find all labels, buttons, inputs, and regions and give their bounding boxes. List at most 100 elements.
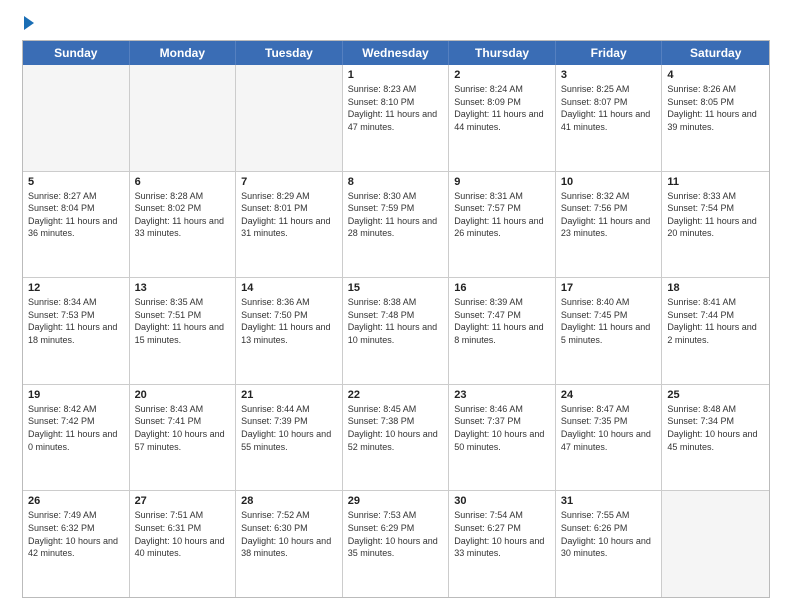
calendar: SundayMondayTuesdayWednesdayThursdayFrid… bbox=[22, 40, 770, 598]
calendar-header-row: SundayMondayTuesdayWednesdayThursdayFrid… bbox=[23, 41, 769, 65]
calendar-cell: 19 Sunrise: 8:42 AM Sunset: 7:42 PM Dayli… bbox=[23, 385, 130, 491]
day-number: 20 bbox=[135, 389, 231, 401]
day-info: Sunrise: 8:23 AM Sunset: 8:10 PM Dayligh… bbox=[348, 83, 444, 133]
calendar-header-cell: Monday bbox=[130, 41, 237, 65]
calendar-row: 12 Sunrise: 8:34 AM Sunset: 7:53 PM Dayli… bbox=[23, 278, 769, 385]
day-info: Sunrise: 8:29 AM Sunset: 8:01 PM Dayligh… bbox=[241, 190, 337, 240]
calendar-cell: 8 Sunrise: 8:30 AM Sunset: 7:59 PM Daylig… bbox=[343, 172, 450, 278]
day-info: Sunrise: 8:45 AM Sunset: 7:38 PM Dayligh… bbox=[348, 403, 444, 453]
day-number: 2 bbox=[454, 69, 550, 81]
day-number: 9 bbox=[454, 176, 550, 188]
day-number: 27 bbox=[135, 495, 231, 507]
calendar-cell: 26 Sunrise: 7:49 AM Sunset: 6:32 PM Dayli… bbox=[23, 491, 130, 597]
calendar-cell bbox=[662, 491, 769, 597]
calendar-cell: 21Sunrise: 8:44 AM Sunset: 7:39 PM Dayli… bbox=[236, 385, 343, 491]
day-info: Sunrise: 8:42 AM Sunset: 7:42 PM Dayligh… bbox=[28, 403, 124, 453]
day-number: 31 bbox=[561, 495, 657, 507]
day-info: Sunrise: 8:47 AM Sunset: 7:35 PM Dayligh… bbox=[561, 403, 657, 453]
calendar-cell: 6 Sunrise: 8:28 AM Sunset: 8:02 PM Daylig… bbox=[130, 172, 237, 278]
calendar-cell: 7 Sunrise: 8:29 AM Sunset: 8:01 PM Daylig… bbox=[236, 172, 343, 278]
calendar-cell: 5 Sunrise: 8:27 AM Sunset: 8:04 PM Daylig… bbox=[23, 172, 130, 278]
day-info: Sunrise: 7:55 AM Sunset: 6:26 PM Dayligh… bbox=[561, 509, 657, 559]
calendar-cell: 4Sunrise: 8:26 AM Sunset: 8:05 PM Daylig… bbox=[662, 65, 769, 171]
day-number: 17 bbox=[561, 282, 657, 294]
day-number: 14 bbox=[241, 282, 337, 294]
calendar-cell: 1 Sunrise: 8:23 AM Sunset: 8:10 PM Daylig… bbox=[343, 65, 450, 171]
day-number: 8 bbox=[348, 176, 444, 188]
calendar-cell: 29Sunrise: 7:53 AM Sunset: 6:29 PM Dayli… bbox=[343, 491, 450, 597]
calendar-cell: 31 Sunrise: 7:55 AM Sunset: 6:26 PM Dayli… bbox=[556, 491, 663, 597]
calendar-cell bbox=[23, 65, 130, 171]
day-number: 26 bbox=[28, 495, 124, 507]
calendar-header-cell: Wednesday bbox=[343, 41, 450, 65]
calendar-cell: 12 Sunrise: 8:34 AM Sunset: 7:53 PM Dayli… bbox=[23, 278, 130, 384]
day-number: 3 bbox=[561, 69, 657, 81]
day-number: 29 bbox=[348, 495, 444, 507]
day-number: 5 bbox=[28, 176, 124, 188]
day-info: Sunrise: 8:27 AM Sunset: 8:04 PM Dayligh… bbox=[28, 190, 124, 240]
calendar-header-cell: Tuesday bbox=[236, 41, 343, 65]
day-info: Sunrise: 8:41 AM Sunset: 7:44 PM Dayligh… bbox=[667, 296, 764, 346]
day-info: Sunrise: 8:25 AM Sunset: 8:07 PM Dayligh… bbox=[561, 83, 657, 133]
calendar-cell: 17Sunrise: 8:40 AM Sunset: 7:45 PM Dayli… bbox=[556, 278, 663, 384]
day-info: Sunrise: 8:36 AM Sunset: 7:50 PM Dayligh… bbox=[241, 296, 337, 346]
calendar-cell: 20Sunrise: 8:43 AM Sunset: 7:41 PM Dayli… bbox=[130, 385, 237, 491]
day-number: 11 bbox=[667, 176, 764, 188]
day-info: Sunrise: 8:46 AM Sunset: 7:37 PM Dayligh… bbox=[454, 403, 550, 453]
day-number: 12 bbox=[28, 282, 124, 294]
page: SundayMondayTuesdayWednesdayThursdayFrid… bbox=[0, 0, 792, 612]
calendar-cell: 15Sunrise: 8:38 AM Sunset: 7:48 PM Dayli… bbox=[343, 278, 450, 384]
day-info: Sunrise: 8:31 AM Sunset: 7:57 PM Dayligh… bbox=[454, 190, 550, 240]
calendar-cell: 18 Sunrise: 8:41 AM Sunset: 7:44 PM Dayli… bbox=[662, 278, 769, 384]
calendar-header-cell: Friday bbox=[556, 41, 663, 65]
calendar-header-cell: Thursday bbox=[449, 41, 556, 65]
day-number: 30 bbox=[454, 495, 550, 507]
calendar-row: 1 Sunrise: 8:23 AM Sunset: 8:10 PM Daylig… bbox=[23, 65, 769, 172]
day-info: Sunrise: 8:30 AM Sunset: 7:59 PM Dayligh… bbox=[348, 190, 444, 240]
calendar-cell: 30 Sunrise: 7:54 AM Sunset: 6:27 PM Dayli… bbox=[449, 491, 556, 597]
calendar-cell: 14 Sunrise: 8:36 AM Sunset: 7:50 PM Dayli… bbox=[236, 278, 343, 384]
calendar-cell: 3 Sunrise: 8:25 AM Sunset: 8:07 PM Daylig… bbox=[556, 65, 663, 171]
day-number: 13 bbox=[135, 282, 231, 294]
day-number: 7 bbox=[241, 176, 337, 188]
day-number: 18 bbox=[667, 282, 764, 294]
calendar-header-cell: Saturday bbox=[662, 41, 769, 65]
day-info: Sunrise: 8:44 AM Sunset: 7:39 PM Dayligh… bbox=[241, 403, 337, 453]
day-number: 6 bbox=[135, 176, 231, 188]
day-info: Sunrise: 8:24 AM Sunset: 8:09 PM Dayligh… bbox=[454, 83, 550, 133]
day-info: Sunrise: 7:51 AM Sunset: 6:31 PM Dayligh… bbox=[135, 509, 231, 559]
day-info: Sunrise: 8:35 AM Sunset: 7:51 PM Dayligh… bbox=[135, 296, 231, 346]
calendar-cell: 23 Sunrise: 8:46 AM Sunset: 7:37 PM Dayli… bbox=[449, 385, 556, 491]
day-info: Sunrise: 8:48 AM Sunset: 7:34 PM Dayligh… bbox=[667, 403, 764, 453]
calendar-row: 26 Sunrise: 7:49 AM Sunset: 6:32 PM Dayli… bbox=[23, 491, 769, 597]
day-number: 1 bbox=[348, 69, 444, 81]
day-info: Sunrise: 7:52 AM Sunset: 6:30 PM Dayligh… bbox=[241, 509, 337, 559]
calendar-cell: 10 Sunrise: 8:32 AM Sunset: 7:56 PM Dayli… bbox=[556, 172, 663, 278]
day-info: Sunrise: 8:26 AM Sunset: 8:05 PM Dayligh… bbox=[667, 83, 764, 133]
day-number: 23 bbox=[454, 389, 550, 401]
day-info: Sunrise: 7:49 AM Sunset: 6:32 PM Dayligh… bbox=[28, 509, 124, 559]
calendar-row: 5 Sunrise: 8:27 AM Sunset: 8:04 PM Daylig… bbox=[23, 172, 769, 279]
day-info: Sunrise: 8:34 AM Sunset: 7:53 PM Dayligh… bbox=[28, 296, 124, 346]
calendar-cell: 9 Sunrise: 8:31 AM Sunset: 7:57 PM Daylig… bbox=[449, 172, 556, 278]
day-number: 10 bbox=[561, 176, 657, 188]
day-info: Sunrise: 8:32 AM Sunset: 7:56 PM Dayligh… bbox=[561, 190, 657, 240]
calendar-cell: 27 Sunrise: 7:51 AM Sunset: 6:31 PM Dayli… bbox=[130, 491, 237, 597]
day-info: Sunrise: 8:38 AM Sunset: 7:48 PM Dayligh… bbox=[348, 296, 444, 346]
day-number: 19 bbox=[28, 389, 124, 401]
logo bbox=[22, 18, 34, 30]
day-info: Sunrise: 7:54 AM Sunset: 6:27 PM Dayligh… bbox=[454, 509, 550, 559]
calendar-cell: 25Sunrise: 8:48 AM Sunset: 7:34 PM Dayli… bbox=[662, 385, 769, 491]
header bbox=[22, 18, 770, 30]
calendar-header-cell: Sunday bbox=[23, 41, 130, 65]
day-number: 22 bbox=[348, 389, 444, 401]
day-number: 28 bbox=[241, 495, 337, 507]
calendar-cell bbox=[130, 65, 237, 171]
calendar-cell: 22 Sunrise: 8:45 AM Sunset: 7:38 PM Dayli… bbox=[343, 385, 450, 491]
day-number: 24 bbox=[561, 389, 657, 401]
calendar-cell: 16Sunrise: 8:39 AM Sunset: 7:47 PM Dayli… bbox=[449, 278, 556, 384]
day-info: Sunrise: 8:28 AM Sunset: 8:02 PM Dayligh… bbox=[135, 190, 231, 240]
calendar-cell: 13 Sunrise: 8:35 AM Sunset: 7:51 PM Dayli… bbox=[130, 278, 237, 384]
calendar-body: 1 Sunrise: 8:23 AM Sunset: 8:10 PM Daylig… bbox=[23, 65, 769, 597]
calendar-row: 19 Sunrise: 8:42 AM Sunset: 7:42 PM Dayli… bbox=[23, 385, 769, 492]
